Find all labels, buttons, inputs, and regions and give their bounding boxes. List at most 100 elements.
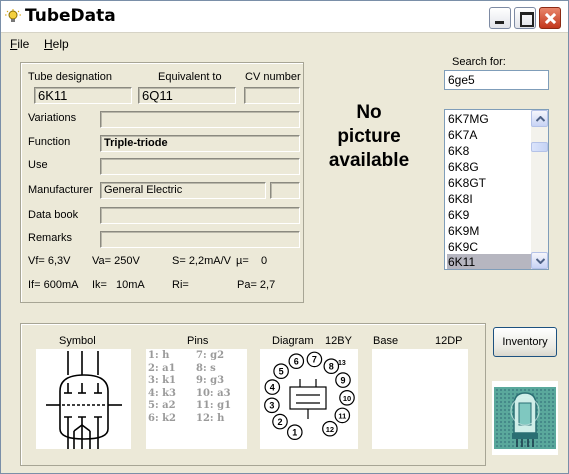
- menu-help-label: elp: [52, 37, 69, 51]
- pin-entry: 11: g1: [196, 400, 232, 412]
- diagram-pin-number: 4: [270, 382, 275, 392]
- diagram-pin: 10: [339, 389, 355, 406]
- manufacturer-label: Manufacturer: [28, 184, 93, 196]
- diagram-pin-number: 12: [326, 425, 334, 434]
- base-diagram-icon: 13 123456 789101112: [264, 351, 355, 440]
- pin-entry: 9: g3: [196, 375, 225, 387]
- list-item[interactable]: 6K9M: [447, 223, 531, 239]
- spec-ik-value: 10mA: [116, 279, 145, 291]
- inventory-button[interactable]: Inventory: [493, 327, 557, 357]
- no-picture-line3: available: [328, 150, 410, 171]
- diagram-pin: 2: [272, 413, 288, 430]
- pins-box: 1: h 2: a1 3: k1 4: k3 5: a2 6: k2 7: g2…: [146, 349, 247, 449]
- diagram-pin: 1: [286, 424, 303, 440]
- list-item[interactable]: 6K7A: [447, 127, 531, 143]
- diagram-pin-number: 10: [343, 394, 351, 403]
- pin-entry: 2: a1: [148, 362, 176, 374]
- diagram-pin: 7: [306, 351, 323, 368]
- diagram-pin-number: 8: [329, 361, 334, 371]
- diagram-pin: 11: [334, 407, 351, 424]
- scroll-up-button[interactable]: [531, 110, 548, 127]
- no-picture-line2: picture: [337, 126, 401, 147]
- diagram-pin-number: 11: [338, 412, 346, 421]
- diagram-pin: 4: [264, 379, 281, 395]
- list-item[interactable]: 6K7MG: [447, 111, 531, 127]
- list-item[interactable]: 6K8G: [447, 159, 531, 175]
- title-bar[interactable]: TubeData: [1, 1, 568, 33]
- pin-entry: 1: h: [148, 350, 170, 361]
- spec-ri: Ri=: [172, 279, 189, 291]
- diagram-pin-number: 9: [340, 375, 345, 385]
- list-item-selected[interactable]: 6K11: [447, 254, 531, 269]
- tube-designation-field[interactable]: 6K11: [34, 87, 132, 104]
- diagram-pin: 9: [335, 372, 351, 388]
- pin-entry: 3: k1: [148, 375, 177, 387]
- spec-mu: µ=: [236, 255, 249, 267]
- diagram-pin-number: 2: [277, 417, 282, 427]
- list-scrollbar[interactable]: [531, 110, 548, 269]
- list-item[interactable]: 6K8: [447, 143, 531, 159]
- variations-field[interactable]: [100, 111, 300, 128]
- pins-right-column: 7: g2 8: s 9: g3 10: a3 11: g1 12: h: [196, 350, 231, 426]
- cv-number-field[interactable]: [244, 87, 300, 104]
- databook-field[interactable]: [100, 207, 300, 224]
- diagram-pin: 3: [264, 397, 280, 414]
- spec-s: S= 2,2mA/V: [172, 255, 232, 267]
- diagram-pin: 8: [323, 358, 340, 375]
- pin-entry: 10: a3: [196, 387, 231, 399]
- diagram-pin: 5: [273, 363, 289, 380]
- menu-help-accel: H: [44, 37, 53, 51]
- symbol-label: Symbol: [59, 335, 96, 347]
- diagram-pin-number: 5: [279, 366, 284, 376]
- pin-entry: 12: h: [196, 412, 225, 424]
- diagram-pin-number: 7: [312, 355, 317, 365]
- no-picture-line1: No: [356, 102, 382, 123]
- lightbulb-icon: [5, 9, 21, 22]
- pin-entry: 5: a2: [148, 400, 176, 412]
- no-picture-text: No picture available: [319, 101, 419, 173]
- list-item[interactable]: 6K9: [447, 207, 531, 223]
- scroll-thumb[interactable]: [531, 142, 548, 152]
- diagram-index-mark: 13: [338, 360, 346, 367]
- menu-help[interactable]: Help: [44, 37, 69, 51]
- equivalent-label: Equivalent to: [158, 71, 222, 83]
- diagram-box: 13 1 2 3 4 5 6 7 8 9 10 11 12: [260, 349, 358, 449]
- menu-file[interactable]: File: [10, 37, 29, 51]
- diagram-pin-number: 3: [269, 401, 274, 411]
- use-label: Use: [28, 159, 48, 171]
- symbol-box: [36, 349, 131, 449]
- variations-label: Variations: [28, 112, 77, 124]
- diagram-pin-number: 1: [292, 427, 297, 437]
- remarks-label: Remarks: [28, 232, 73, 244]
- minimize-button[interactable]: [489, 7, 511, 29]
- remarks-field[interactable]: [100, 231, 300, 248]
- menu-bar: File Help: [1, 34, 568, 52]
- base-box: [372, 349, 468, 449]
- function-field[interactable]: Triple-triode: [100, 135, 300, 152]
- list-item[interactable]: 6K9C: [447, 239, 531, 255]
- tube-logo[interactable]: [492, 381, 558, 455]
- pins-label: Pins: [187, 335, 209, 347]
- manufacturer-field[interactable]: General Electric: [100, 182, 266, 199]
- scroll-down-button[interactable]: [531, 252, 548, 269]
- search-label: Search for:: [452, 56, 506, 68]
- pin-entry: 7: g2: [196, 350, 225, 361]
- equivalent-field[interactable]: 6Q11: [138, 87, 236, 104]
- use-field[interactable]: [100, 158, 300, 175]
- spec-mu-value: 0: [261, 255, 268, 267]
- manufacturer-code-field[interactable]: [270, 182, 300, 199]
- tube-logo-icon: [494, 387, 556, 449]
- maximize-button[interactable]: [514, 7, 536, 29]
- spec-ik: Ik=: [92, 279, 107, 291]
- chevron-up-icon: [536, 116, 545, 122]
- tube-symbol-icon: [46, 351, 122, 449]
- list-item[interactable]: 6K8I: [447, 191, 531, 207]
- pin-entry: 4: k3: [148, 387, 177, 399]
- diagram-pin: 12: [322, 420, 338, 437]
- tube-listbox[interactable]: 6K7MG 6K7A 6K8 6K8G 6K8GT 6K8I 6K9 6K9M …: [444, 109, 549, 270]
- search-input[interactable]: [444, 70, 549, 90]
- diagram-label: Diagram: [272, 335, 314, 347]
- list-item[interactable]: 6K8GT: [447, 175, 531, 191]
- diagram-pin-number: 6: [294, 356, 299, 366]
- close-button[interactable]: [539, 7, 561, 29]
